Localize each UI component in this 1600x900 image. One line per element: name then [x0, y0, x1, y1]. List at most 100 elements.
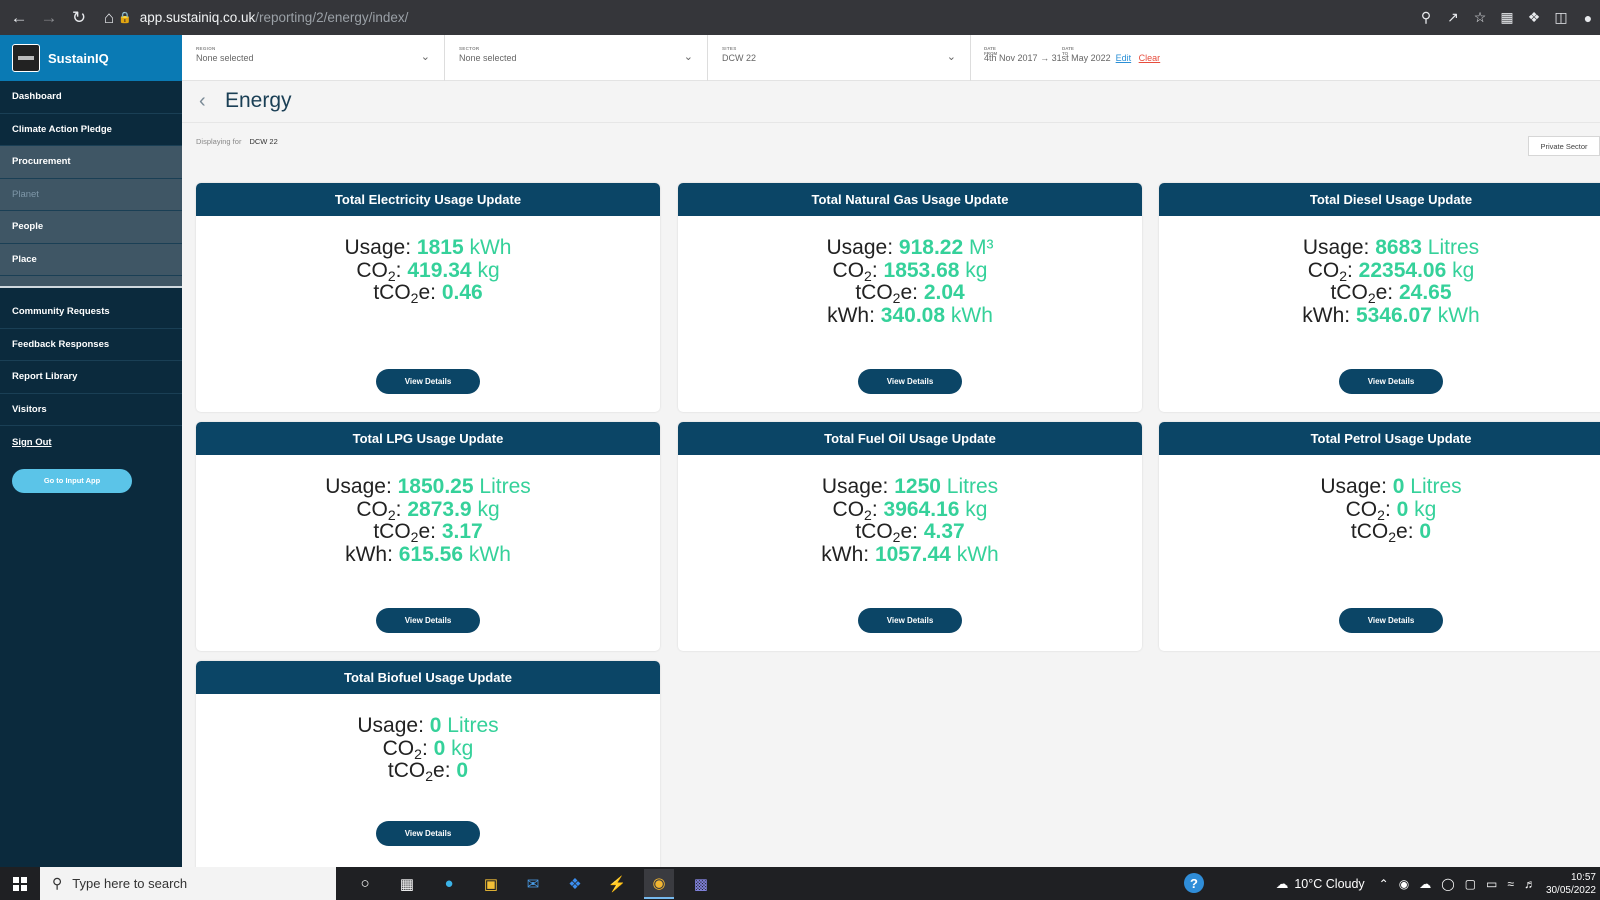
chevron-up-icon[interactable]: ⌃: [1379, 877, 1389, 891]
view-details-button[interactable]: View Details: [376, 608, 480, 633]
dropbox-icon[interactable]: ❖: [560, 869, 590, 899]
view-details-button[interactable]: View Details: [376, 369, 480, 394]
sustainiq-logo-icon: [12, 44, 40, 72]
taskbar-search-input[interactable]: ⚲ Type here to search: [40, 867, 336, 900]
go-to-input-app-button[interactable]: Go to Input App: [12, 468, 132, 493]
displaying-for-label: Displaying for: [196, 137, 242, 146]
chrome-icon[interactable]: ◉: [644, 868, 674, 899]
brand-header[interactable]: SustainIQ: [0, 35, 182, 81]
edit-dates-link[interactable]: Edit: [1116, 53, 1132, 63]
display-icon[interactable]: ▢: [1465, 877, 1476, 891]
chevron-down-icon: ⌄: [420, 51, 430, 63]
system-clock[interactable]: 10:57 30/05/2022: [1546, 871, 1596, 897]
puzzle-icon[interactable]: ❖: [1526, 9, 1542, 26]
sidebar-item-sign-out[interactable]: Sign Out: [0, 426, 182, 459]
date-to-value: 31st May 2022: [1051, 53, 1111, 63]
co2-metric: CO2: 1853.68 kg: [832, 258, 988, 284]
windows-start-icon[interactable]: [0, 867, 40, 900]
lpg-card: Total LPG Usage Update Usage: 1850.25 Li…: [196, 422, 660, 651]
sidebar-item-report-library[interactable]: Report Library: [0, 361, 182, 394]
file-explorer-icon[interactable]: ▣: [476, 869, 506, 899]
private-sector-button[interactable]: Private Sector: [1528, 136, 1600, 156]
sidebar-item-people[interactable]: People: [0, 211, 182, 244]
region-caption: REGION: [196, 46, 216, 51]
view-details-button[interactable]: View Details: [1339, 369, 1443, 394]
app-icon[interactable]: ⚡: [602, 869, 632, 899]
region-select[interactable]: REGION None selected ⌄: [182, 35, 445, 81]
usage-metric: Usage: 8683 Litres: [1302, 236, 1480, 259]
meet-icon[interactable]: ◯: [1441, 877, 1454, 891]
sites-caption: SITES: [722, 46, 737, 51]
help-icon[interactable]: ?: [1184, 873, 1204, 893]
electricity-card: Total Electricity Usage Update Usage: 18…: [196, 183, 660, 412]
mail-icon[interactable]: ✉: [518, 869, 548, 899]
view-details-button[interactable]: View Details: [1339, 608, 1443, 633]
bookmark-star-icon[interactable]: ☆: [1472, 9, 1488, 26]
card-title: Total Diesel Usage Update: [1159, 183, 1600, 216]
tray-app-icon[interactable]: ◉: [1399, 877, 1409, 891]
usage-metric: Usage: 0 Litres: [1320, 475, 1462, 498]
reload-icon[interactable]: ↻: [66, 5, 92, 31]
displaying-for-value: DCW 22: [249, 137, 278, 146]
brand-name: SustainIQ: [48, 50, 109, 66]
biofuel-card: Total Biofuel Usage Update Usage: 0 Litr…: [196, 661, 660, 869]
card-title: Total LPG Usage Update: [196, 422, 660, 455]
back-arrow-icon[interactable]: ←: [6, 5, 32, 31]
weather-text: 10°C Cloudy: [1294, 876, 1365, 891]
profile-icon[interactable]: ●: [1580, 10, 1596, 26]
sidebar-item-procurement[interactable]: Procurement: [0, 146, 182, 179]
edge-icon[interactable]: ●: [434, 869, 464, 899]
url-path: /reporting/2/energy/index/: [255, 10, 409, 25]
co2-metric: CO2: 0 kg: [1345, 497, 1437, 523]
sidebar-item-planet[interactable]: Planet: [0, 178, 182, 211]
card-title: Total Electricity Usage Update: [196, 183, 660, 216]
extension-icon[interactable]: ▦: [1499, 9, 1515, 26]
back-chevron-icon[interactable]: ‹: [199, 90, 206, 113]
co2-metric: CO2: 22354.06 kg: [1307, 258, 1475, 284]
sidepanel-icon[interactable]: ◫: [1553, 9, 1569, 26]
wifi-icon[interactable]: ≈: [1507, 877, 1514, 891]
volume-icon[interactable]: ♬: [1524, 877, 1536, 891]
sector-value: None selected: [459, 53, 517, 63]
sidebar-item-feedback-responses[interactable]: Feedback Responses: [0, 329, 182, 361]
sites-select[interactable]: SITES DCW 22 ⌄: [708, 35, 971, 81]
region-value: None selected: [196, 53, 254, 63]
teams-icon[interactable]: ▩: [686, 869, 716, 899]
tco2e-metric: tCO2e: 0: [387, 759, 469, 784]
sidebar-item-visitors[interactable]: Visitors: [0, 394, 182, 426]
usage-metric: Usage: 0 Litres: [357, 714, 499, 737]
sidebar-item-climate-action-pledge[interactable]: Climate Action Pledge: [0, 114, 182, 146]
view-details-button[interactable]: View Details: [376, 821, 480, 846]
petrol-card: Total Petrol Usage Update Usage: 0 Litre…: [1159, 422, 1600, 651]
zoom-icon[interactable]: ⚲: [1418, 9, 1434, 26]
weather-widget[interactable]: ☁ 10°C Cloudy: [1275, 876, 1365, 892]
co2-metric: CO2: 0 kg: [382, 736, 474, 762]
sector-select[interactable]: SECTOR None selected ⌄: [445, 35, 708, 81]
address-bar[interactable]: 🔒 app.sustainiq.co.uk/reporting/2/energy…: [118, 5, 1398, 30]
taskbar: ⚲ Type here to search ○ ▦ ● ▣ ✉ ❖ ⚡ ◉ ▩ …: [0, 867, 1600, 900]
tco2e-metric: tCO2e: 3.17: [373, 520, 483, 545]
lock-icon: 🔒: [118, 12, 132, 24]
share-icon[interactable]: ↗: [1445, 9, 1461, 26]
cloud-icon: ☁: [1275, 877, 1289, 891]
fuel-oil-card: Total Fuel Oil Usage Update Usage: 1250 …: [678, 422, 1142, 651]
view-details-button[interactable]: View Details: [858, 369, 962, 394]
sidebar-item-place[interactable]: Place: [0, 243, 182, 276]
battery-icon[interactable]: ▭: [1486, 877, 1497, 891]
cortana-icon[interactable]: ○: [350, 869, 380, 899]
tco2e-metric: tCO2e: 4.37: [855, 520, 965, 545]
filter-bar: REGION None selected ⌄ SECTOR None selec…: [182, 35, 1600, 81]
clear-dates-link[interactable]: Clear: [1139, 53, 1161, 63]
co2-metric: CO2: 419.34 kg: [356, 258, 500, 284]
sidebar-item-community-requests[interactable]: Community Requests: [0, 296, 182, 329]
card-title: Total Natural Gas Usage Update: [678, 183, 1142, 216]
natural-gas-card: Total Natural Gas Usage Update Usage: 91…: [678, 183, 1142, 412]
task-view-icon[interactable]: ▦: [392, 869, 422, 899]
tco2e-metric: tCO2e: 2.04: [855, 281, 965, 306]
kwh-metric: kWh: 1057.44 kWh: [821, 542, 999, 566]
forward-arrow-icon[interactable]: →: [36, 5, 62, 31]
view-details-button[interactable]: View Details: [858, 608, 962, 633]
onedrive-icon[interactable]: ☁: [1419, 877, 1431, 891]
sidebar-item-dashboard[interactable]: Dashboard: [0, 81, 182, 114]
